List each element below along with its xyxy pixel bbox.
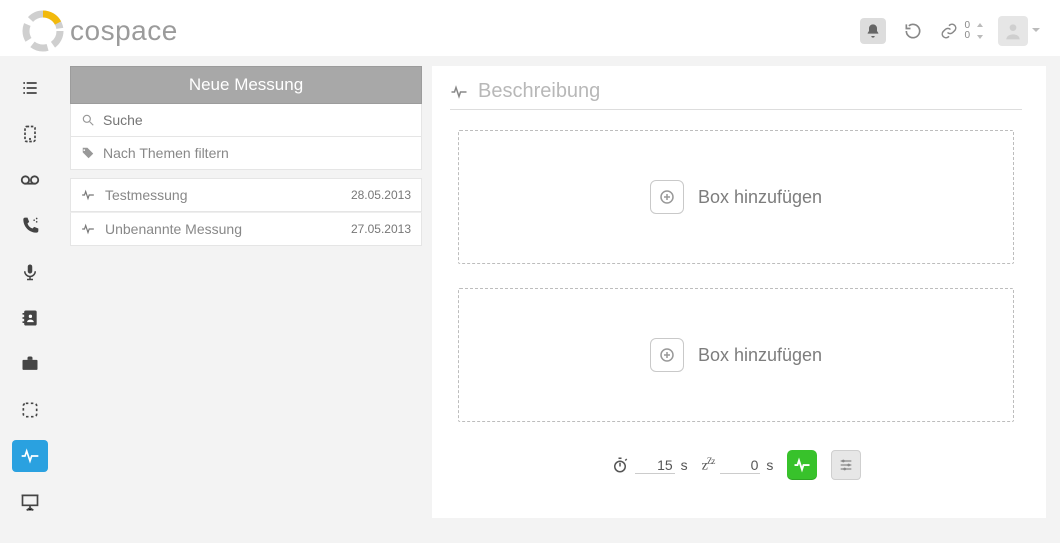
search-row[interactable] <box>70 104 422 137</box>
device-icon <box>20 124 40 144</box>
search-icon <box>81 113 95 127</box>
add-box-label: Box hinzufügen <box>698 187 822 208</box>
new-measurement-button[interactable]: Neue Messung <box>70 66 422 104</box>
address-book-icon <box>20 308 40 328</box>
logo[interactable]: cospace <box>22 10 178 52</box>
pulse-icon <box>81 188 95 202</box>
description-title[interactable]: Beschreibung <box>478 80 600 103</box>
measurement-row[interactable]: Unbenannte Messung 27.05.2013 <box>70 212 422 246</box>
voicemail-icon <box>19 170 41 190</box>
measurement-date: 27.05.2013 <box>351 222 411 236</box>
sliders-icon <box>838 457 854 473</box>
notifications-button[interactable] <box>860 18 886 44</box>
timer-control: s <box>611 456 688 474</box>
account-menu[interactable] <box>998 16 1028 46</box>
detail-panel: Beschreibung Box hinzufügen Box hinzufüg… <box>432 66 1046 518</box>
sidebar-item-module[interactable] <box>12 394 48 426</box>
refresh-button[interactable] <box>900 18 926 44</box>
measurement-title: Unbenannte Messung <box>105 221 242 237</box>
pulse-icon <box>450 83 468 101</box>
measurement-title: Testmessung <box>105 187 187 203</box>
app-header: cospace 0 0 <box>0 0 1060 56</box>
sleep-control: zZz s <box>702 456 774 475</box>
search-input[interactable] <box>103 112 411 128</box>
sidebar-item-list[interactable] <box>12 72 48 104</box>
sidebar-item-device[interactable] <box>12 118 48 150</box>
link-counts: 0 0 <box>964 21 970 41</box>
tag-icon <box>81 146 95 160</box>
title-row: Beschreibung <box>450 80 1022 110</box>
control-bar: s zZz s <box>450 450 1022 480</box>
links-indicator[interactable]: 0 0 <box>940 21 984 41</box>
logo-mark-icon <box>22 10 64 52</box>
pulse-icon <box>81 222 95 236</box>
header-actions: 0 0 <box>860 16 1042 46</box>
topic-filter-button[interactable]: Nach Themen filtern <box>70 137 422 170</box>
briefcase-icon <box>20 354 40 374</box>
sidebar-item-measurement[interactable] <box>12 440 48 472</box>
measurement-row[interactable]: Testmessung 28.05.2013 <box>70 178 422 212</box>
sort-arrows-icon <box>976 23 984 39</box>
stopwatch-icon <box>611 456 629 474</box>
measurement-date: 28.05.2013 <box>351 188 411 202</box>
sidebar-item-briefcase[interactable] <box>12 348 48 380</box>
add-box-label: Box hinzufügen <box>698 345 822 366</box>
measurement-list: Testmessung 28.05.2013 Unbenannte Messun… <box>70 178 422 246</box>
link-count-bottom: 0 <box>964 31 970 41</box>
add-box-area-1[interactable]: Box hinzufügen <box>458 130 1014 264</box>
main-area: Neue Messung Nach Themen filtern Testmes… <box>0 56 1060 518</box>
sidebar <box>0 66 60 518</box>
pulse-icon <box>20 446 40 466</box>
measurement-list-panel: Neue Messung Nach Themen filtern Testmes… <box>70 66 422 518</box>
timer-unit: s <box>681 457 688 473</box>
refresh-icon <box>903 21 923 41</box>
avatar-icon <box>1003 21 1023 41</box>
presentation-icon <box>20 492 40 512</box>
plus-circle-icon <box>650 338 684 372</box>
microphone-icon <box>21 262 39 282</box>
timer-input[interactable] <box>635 457 675 474</box>
bell-icon <box>865 23 881 39</box>
sleep-unit: s <box>766 457 773 473</box>
sidebar-item-contacts[interactable] <box>12 302 48 334</box>
pulse-icon <box>793 456 811 474</box>
add-box-area-2[interactable]: Box hinzufügen <box>458 288 1014 422</box>
sidebar-item-presentation[interactable] <box>12 486 48 518</box>
plus-circle-icon <box>650 180 684 214</box>
list-icon <box>20 78 40 98</box>
sleep-icon: zZz <box>702 456 715 475</box>
link-icon <box>940 22 958 40</box>
start-button[interactable] <box>787 450 817 480</box>
topic-filter-label: Nach Themen filtern <box>103 145 229 161</box>
settings-button[interactable] <box>831 450 861 480</box>
phone-icon <box>20 216 40 236</box>
dashed-box-icon <box>20 400 40 420</box>
sidebar-item-mic[interactable] <box>12 256 48 288</box>
sidebar-item-call[interactable] <box>12 210 48 242</box>
logo-text: cospace <box>70 15 178 47</box>
sidebar-item-voicemail[interactable] <box>12 164 48 196</box>
sleep-input[interactable] <box>720 457 760 474</box>
